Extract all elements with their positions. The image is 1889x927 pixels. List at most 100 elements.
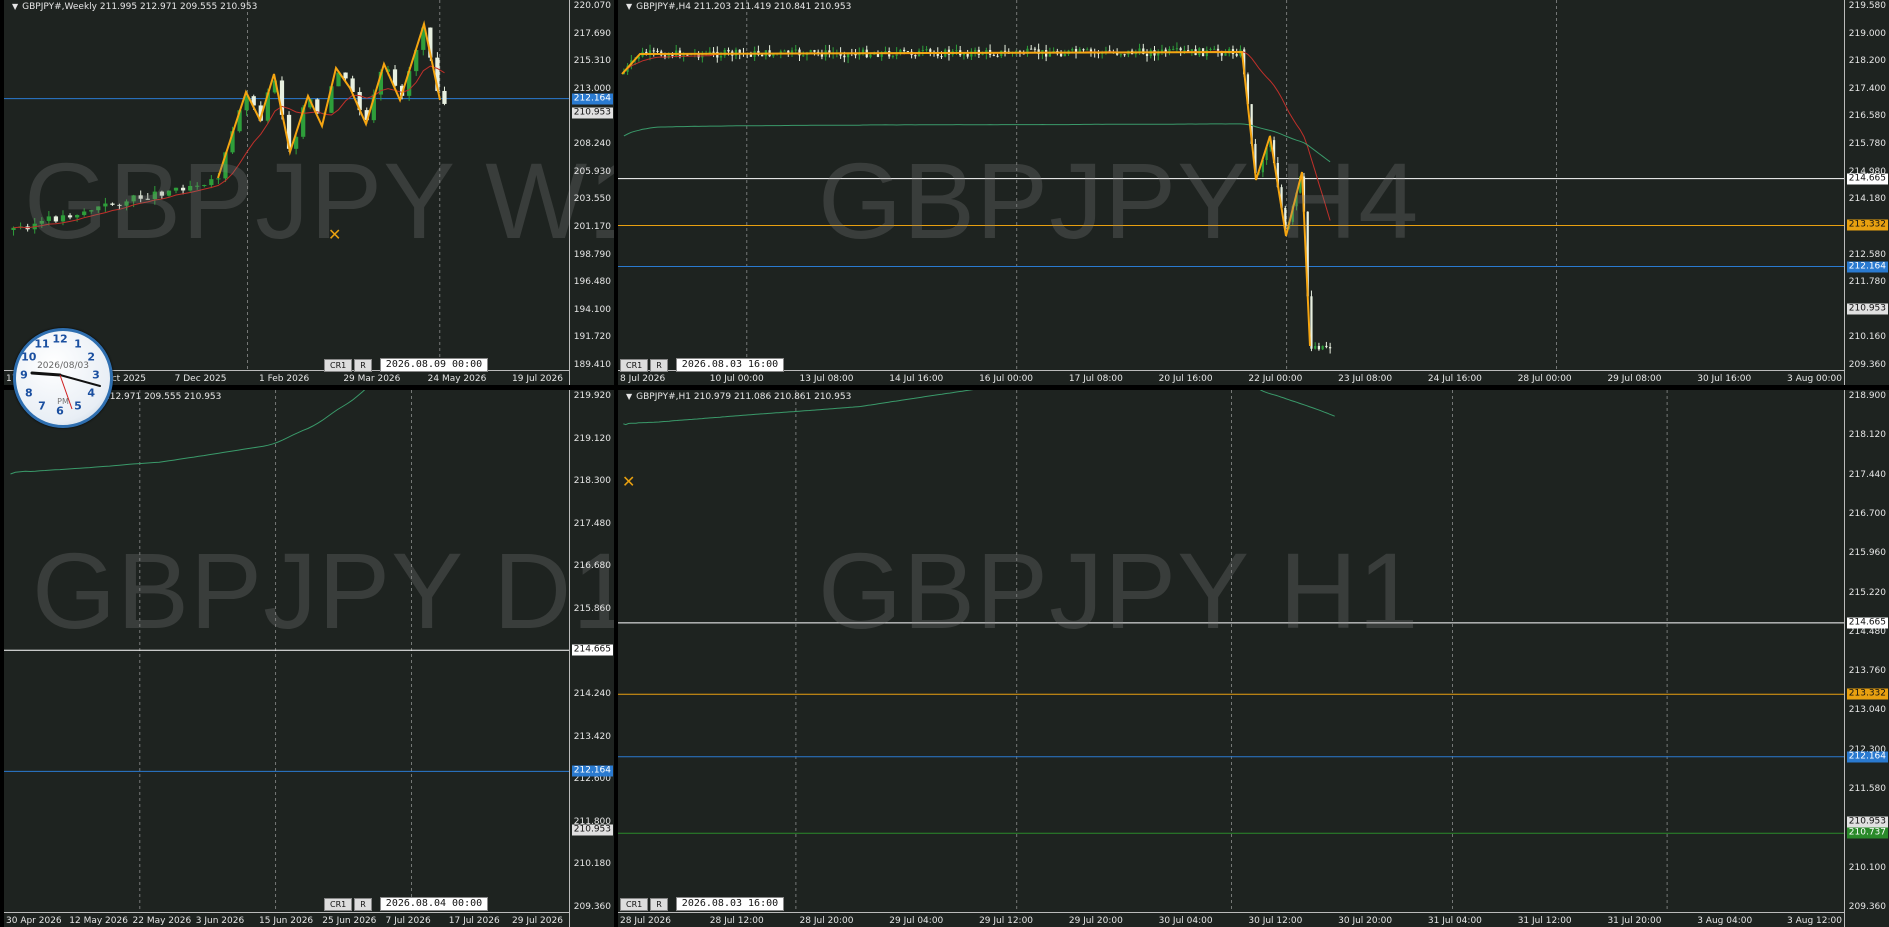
- time-axis-d1[interactable]: 30 Apr 2026 12 May 2026 22 May 2026 3 Jun 2…: [4, 912, 570, 927]
- candle-body: [891, 55, 895, 57]
- time-tick-label: 28 Jul 00:00: [1517, 374, 1572, 384]
- price-tick-label: 216.680: [573, 561, 611, 572]
- time-tick-label: 30 Jul 04:00: [1158, 916, 1213, 926]
- price-badge: 210.737: [1846, 827, 1888, 839]
- chart-panel-h1[interactable]: GBPJPY H1 ▼ GBPJPY#,H1 210.979 211.086 21…: [618, 390, 1889, 927]
- price-tick-label: 196.480: [573, 277, 611, 288]
- price-tick-label: 217.440: [1848, 469, 1886, 480]
- watermark-h1: GBPJPY H1: [818, 530, 1420, 651]
- candle-body: [940, 56, 943, 58]
- chart-panel-d1[interactable]: GBPJPY D1 212.971 209.555 210.953 219.92…: [4, 390, 614, 927]
- candle-body: [929, 49, 932, 52]
- cr1-button[interactable]: CR1: [620, 358, 649, 372]
- time-axis-h4[interactable]: 8 Jul 2026 10 Jul 00:00 13 Jul 08:00 14 Jul…: [618, 370, 1845, 385]
- candle-body: [1314, 346, 1317, 349]
- price-tick-label: 215.860: [573, 603, 611, 614]
- candle-body: [656, 50, 659, 52]
- r-button[interactable]: R: [354, 897, 372, 911]
- price-tick-label: 215.220: [1848, 587, 1886, 598]
- clock-number: 3: [92, 368, 100, 382]
- price-axis-h1[interactable]: 218.900 218.120 217.440 216.700 215.960 215.2…: [1844, 390, 1889, 927]
- price-badge: 213.332: [1846, 219, 1888, 231]
- time-tick-label: 10 Jul 00:00: [709, 374, 764, 384]
- r-button[interactable]: R: [354, 358, 372, 372]
- candle-body: [809, 50, 812, 53]
- price-badge: 212.164: [571, 93, 613, 105]
- price-tick-label: 217.400: [1848, 83, 1886, 94]
- time-tick-label: 17 Jul 2026: [448, 916, 500, 926]
- candle-body: [1213, 48, 1216, 50]
- chart-title-w1: ▼ GBPJPY#,Weekly 211.995 212.971 209.555 …: [12, 2, 258, 12]
- price-tick-label: 211.780: [1848, 277, 1886, 288]
- candle-body: [996, 55, 999, 57]
- price-tick-label: 216.580: [1848, 111, 1886, 122]
- time-tick-label: 13 Jul 08:00: [799, 374, 854, 384]
- clock-widget[interactable]: 2026/08/03 PM 12 1 2 3 4 5 6 7 8 9 10 11: [13, 328, 113, 428]
- price-badge: 214.665: [1846, 617, 1888, 629]
- cr1-button[interactable]: CR1: [324, 358, 353, 372]
- candle-body: [1119, 54, 1122, 56]
- candle-body: [1123, 54, 1126, 56]
- crosshair-icon[interactable]: ✕: [328, 225, 341, 244]
- chart-title-h1: ▼ GBPJPY#,H1 210.979 211.086 210.861 210.…: [626, 392, 852, 402]
- datetime-field[interactable]: 2026.08.04 00:00: [379, 897, 489, 911]
- price-badge: 214.665: [571, 644, 613, 656]
- cr1-button[interactable]: CR1: [620, 897, 649, 911]
- price-tick-label: 214.240: [573, 689, 611, 700]
- chart-canvas-d1[interactable]: [4, 390, 614, 927]
- candle-body: [1175, 48, 1179, 50]
- price-axis-h4[interactable]: 219.580 219.000 218.200 217.400 216.580 215.7…: [1844, 0, 1889, 385]
- time-tick-label: 29 Jul 04:00: [889, 916, 944, 926]
- candle-body: [712, 51, 715, 53]
- chart-canvas-h1[interactable]: [618, 390, 1889, 927]
- time-tick-label: 30 Jul 12:00: [1248, 916, 1303, 926]
- price-axis-d1[interactable]: 219.920 219.120 218.300 217.480 216.680 215.8…: [569, 390, 614, 927]
- time-tick-label: 25 Jun 2026: [322, 916, 377, 926]
- price-tick-label: 215.780: [1848, 139, 1886, 150]
- price-tick-label: 219.120: [573, 433, 611, 444]
- time-tick-label: 8 Jul 2026: [620, 374, 666, 384]
- datetime-field[interactable]: 2026.08.03 16:00: [675, 358, 785, 372]
- price-badge: 212.164: [571, 765, 613, 777]
- price-badge: 210.953: [571, 824, 613, 836]
- chart-panel-h4[interactable]: GBPJPY H4 ▼ GBPJPY#,H4 211.203 211.419 21…: [618, 0, 1889, 385]
- candle-body: [813, 50, 816, 52]
- clock-number: 5: [74, 399, 82, 413]
- candle-body: [1183, 50, 1186, 52]
- price-tick-label: 218.120: [1848, 430, 1886, 441]
- chart-title-h4: ▼ GBPJPY#,H4 211.203 211.419 210.841 210.…: [626, 2, 852, 12]
- time-tick-label: 24 May 2026: [427, 374, 487, 384]
- candle-body: [955, 50, 958, 52]
- chevron-down-icon[interactable]: ▼: [626, 392, 632, 401]
- candle-body: [727, 49, 730, 52]
- candle-body: [1224, 53, 1227, 56]
- price-tick-label: 214.180: [1848, 194, 1886, 205]
- r-button[interactable]: R: [650, 897, 668, 911]
- r-button[interactable]: R: [650, 358, 668, 372]
- clock-number: 8: [24, 386, 33, 400]
- time-axis-h1[interactable]: 28 Jul 2026 28 Jul 12:00 28 Jul 20:00 29 Ju…: [618, 912, 1845, 927]
- time-tick-label: 22 May 2026: [132, 916, 192, 926]
- candle-body: [652, 50, 655, 52]
- clock-number: 10: [21, 350, 37, 364]
- candle-body: [966, 53, 969, 57]
- price-tick-label: 210.180: [573, 859, 611, 870]
- time-tick-label: 22 Jul 00:00: [1248, 374, 1303, 384]
- price-axis-w1[interactable]: 220.070217.690215.310213.000210.630208.2…: [569, 0, 614, 385]
- chevron-down-icon[interactable]: ▼: [12, 2, 18, 11]
- cr1-button[interactable]: CR1: [324, 897, 353, 911]
- price-tick-label: 209.360: [1848, 360, 1886, 370]
- chart-panel-w1[interactable]: GBPJPY W1 ▼ GBPJPY#,Weekly 211.995 212.97…: [4, 0, 614, 385]
- time-tick-label: 29 Jul 12:00: [979, 916, 1034, 926]
- price-tick-label: 209.360: [1848, 902, 1886, 912]
- candle-body: [798, 49, 801, 56]
- crosshair-icon[interactable]: ✕: [622, 472, 635, 491]
- time-tick-label: 23 Jul 08:00: [1338, 374, 1393, 384]
- datetime-field[interactable]: 2026.08.03 16:00: [675, 897, 785, 911]
- chevron-down-icon[interactable]: ▼: [626, 2, 632, 11]
- watermark-d1: GBPJPY D1: [32, 530, 614, 651]
- time-tick-label: 31 Jul 20:00: [1607, 916, 1662, 926]
- datetime-field[interactable]: 2026.08.09 00:00: [379, 358, 489, 372]
- price-badge: 214.665: [1846, 173, 1888, 185]
- candle-body: [734, 49, 738, 56]
